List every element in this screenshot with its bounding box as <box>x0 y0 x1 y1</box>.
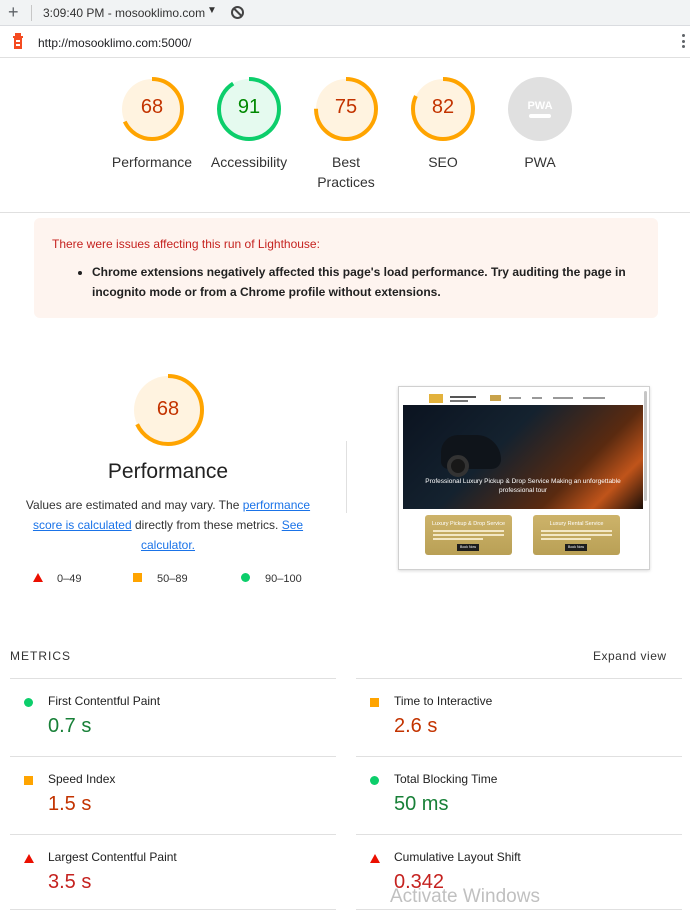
report-title: 3:09:40 PM - mosooklimo.com <box>43 6 206 20</box>
gauge-label: PWA <box>524 154 556 170</box>
metric-name: First Contentful Paint <box>48 694 161 708</box>
lighthouse-icon <box>13 33 23 49</box>
thumbnail-nav <box>403 391 643 405</box>
warning-title: There were issues affecting this run of … <box>52 237 320 251</box>
metric-name: Time to Interactive <box>394 694 493 708</box>
metric-name: Speed Index <box>48 772 116 786</box>
gauge-accessibility[interactable]: 91 Accessibility <box>199 76 299 172</box>
divider <box>356 909 682 910</box>
warning-box: There were issues affecting this run of … <box>34 218 658 318</box>
warning-item: Chrome extensions negatively affected th… <box>92 262 640 302</box>
square-icon <box>133 573 142 582</box>
scrollbar[interactable] <box>644 391 647 501</box>
performance-description: Values are estimated and may vary. The p… <box>25 498 311 552</box>
metric-value: 0.7 s <box>48 715 92 737</box>
gauge-performance[interactable]: 68 Performance <box>102 76 202 172</box>
metric-name: Cumulative Layout Shift <box>394 850 521 864</box>
divider <box>346 441 347 513</box>
metric-value: 1.5 s <box>48 793 92 815</box>
block-icon[interactable] <box>231 6 244 19</box>
hero-text: Professional Luxury Pickup & Drop Servic… <box>425 478 621 494</box>
metric-value: 2.6 s <box>394 715 438 737</box>
metrics-header: METRICS <box>10 649 71 663</box>
activate-windows-watermark: Activate Windows <box>390 886 540 907</box>
metric-time-to-interactive: Time to Interactive 2.6 s <box>356 678 682 756</box>
thumbnail-card: Luxury Rental Service Book Now <box>533 515 620 555</box>
page-screenshot-thumbnail[interactable]: Professional Luxury Pickup & Drop Servic… <box>398 386 650 570</box>
metric-total-blocking-time: Total Blocking Time 50 ms <box>356 756 682 834</box>
metric-speed-index: Speed Index 1.5 s <box>10 756 336 834</box>
divider <box>10 909 336 910</box>
gauge-seo[interactable]: 82 SEO <box>393 76 493 172</box>
gauge-value: 68 <box>140 96 164 118</box>
average-icon <box>370 698 379 707</box>
pwa-badge-text: PWA <box>527 100 553 112</box>
divider <box>31 5 32 21</box>
score-gauges: 68 Performance 91 Accessibility 75 Best P… <box>0 58 690 213</box>
gauge-label: Performance <box>111 154 193 170</box>
gauge-label: SEO <box>428 154 458 170</box>
triangle-icon <box>33 573 43 582</box>
chevron-down-icon[interactable]: ▼ <box>207 5 217 16</box>
gauge-label: Accessibility <box>210 154 288 170</box>
thumbnail-hero: Professional Luxury Pickup & Drop Servic… <box>403 405 643 509</box>
average-icon <box>24 776 33 785</box>
performance-score: 68 <box>156 398 180 420</box>
metric-largest-contentful-paint: Largest Contentful Paint 3.5 s <box>10 834 336 912</box>
pass-icon <box>24 698 33 707</box>
fail-icon <box>24 854 34 863</box>
metric-name: Total Blocking Time <box>394 772 498 786</box>
fail-icon <box>370 854 380 863</box>
metric-first-contentful-paint: First Contentful Paint 0.7 s <box>10 678 336 756</box>
expand-view-toggle[interactable]: Expand view <box>593 649 667 663</box>
legend-fail: 0–49 <box>33 573 81 585</box>
url-bar: http://mosooklimo.com:5000/ <box>0 26 690 58</box>
warning-list: Chrome extensions negatively affected th… <box>52 262 640 302</box>
legend-pass: 90–100 <box>241 573 302 585</box>
gauge-value: 91 <box>237 96 261 118</box>
thumbnail-card: Luxury Pickup & Drop Service Book Now <box>425 515 512 555</box>
new-tab-button[interactable]: + <box>8 2 19 22</box>
gauge-label: Best Practices <box>317 154 375 190</box>
gauge-value: 82 <box>431 96 455 118</box>
metric-value: 50 ms <box>394 793 449 815</box>
legend-average: 50–89 <box>133 573 188 585</box>
pass-icon <box>370 776 379 785</box>
gauge-value: 75 <box>334 96 358 118</box>
url-text[interactable]: http://mosooklimo.com:5000/ <box>38 36 191 50</box>
more-menu-icon[interactable] <box>682 34 686 50</box>
tab-strip: + 3:09:40 PM - mosooklimo.com ▼ <box>0 0 690 26</box>
performance-title: Performance <box>107 460 229 483</box>
gauge-pwa[interactable]: PWA PWA <box>490 76 590 172</box>
metric-name: Largest Contentful Paint <box>48 850 177 864</box>
gauge-best-practices[interactable]: 75 Best Practices <box>296 76 396 192</box>
metric-value: 3.5 s <box>48 871 92 893</box>
circle-icon <box>241 573 250 582</box>
